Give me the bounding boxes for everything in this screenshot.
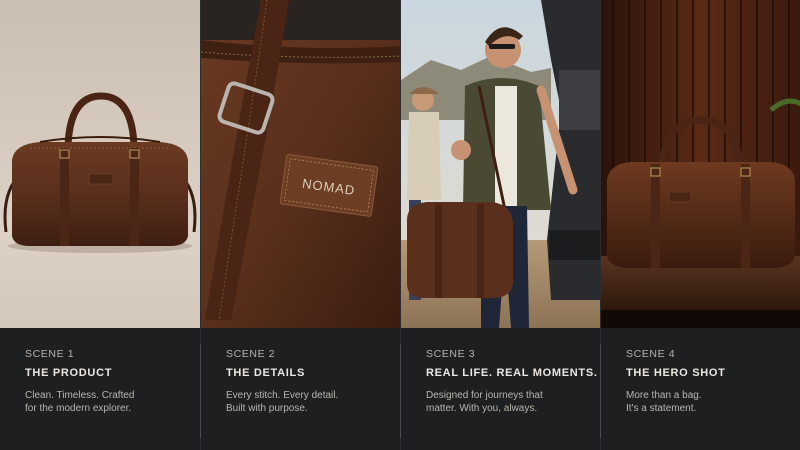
scene-number: SCENE 1: [25, 348, 75, 360]
scene-title: THE DETAILS: [226, 367, 305, 379]
scene-title: THE PRODUCT: [25, 367, 113, 379]
scene-4-caption: SCENE 4 THE HERO SHOT More than a bag. I…: [600, 328, 800, 450]
scene-description-line: It's a statement.: [626, 403, 697, 414]
leather-detail-photo: NOMAD: [201, 0, 401, 328]
scene-panel-3: SCENE 3 REAL LIFE. REAL MOMENTS. Designe…: [400, 0, 601, 450]
scene-description-line: Every stitch. Every detail.: [226, 390, 339, 401]
scene-2-image: NOMAD: [201, 0, 401, 328]
product-studio-photo: [0, 0, 200, 328]
scene-panel-4: SCENE 4 THE HERO SHOT More than a bag. I…: [600, 0, 800, 450]
storyboard: SCENE 1 THE PRODUCT Clean. Timeless. Cra…: [0, 0, 800, 450]
hero-shot-photo: [601, 0, 800, 328]
scene-description-line: More than a bag.: [626, 390, 702, 401]
scene-description-line: Clean. Timeless. Crafted: [25, 390, 135, 401]
scene-description: Every stitch. Every detail. Built with p…: [226, 389, 391, 415]
scene-description: Clean. Timeless. Crafted for the modern …: [25, 389, 190, 415]
scene-title: REAL LIFE. REAL MOMENTS.: [426, 367, 598, 379]
scene-2-caption: SCENE 2 THE DETAILS Every stitch. Every …: [200, 328, 401, 450]
scene-3-image: [401, 0, 601, 328]
lifestyle-photo: [401, 0, 601, 328]
scene-title: THE HERO SHOT: [626, 367, 726, 379]
scene-description-line: Designed for journeys that: [426, 390, 543, 401]
scene-description: More than a bag. It's a statement.: [626, 389, 791, 415]
scene-4-image: [601, 0, 800, 328]
scene-number: SCENE 2: [226, 348, 276, 360]
scene-panel-2: NOMAD SCENE 2 THE DETAILS Every stitch. …: [200, 0, 401, 450]
scene-3-caption: SCENE 3 REAL LIFE. REAL MOMENTS. Designe…: [400, 328, 601, 450]
scene-description: Designed for journeys that matter. With …: [426, 389, 591, 415]
scene-description-line: for the modern explorer.: [25, 403, 132, 414]
scene-1-caption: SCENE 1 THE PRODUCT Clean. Timeless. Cra…: [0, 328, 200, 450]
scene-number: SCENE 4: [626, 348, 676, 360]
scene-panel-1: SCENE 1 THE PRODUCT Clean. Timeless. Cra…: [0, 0, 200, 450]
scene-description-line: Built with purpose.: [226, 403, 308, 414]
scene-number: SCENE 3: [426, 348, 476, 360]
scene-1-image: [0, 0, 200, 328]
scene-description-line: matter. With you, always.: [426, 403, 538, 414]
